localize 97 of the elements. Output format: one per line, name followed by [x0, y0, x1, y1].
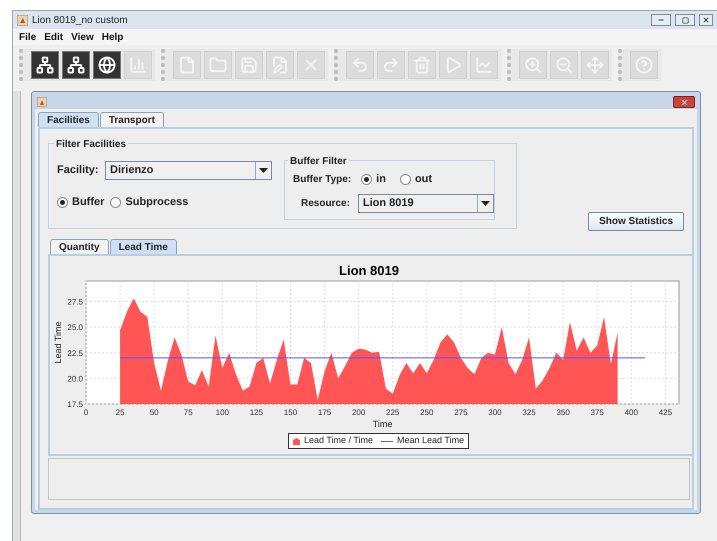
document-button[interactable]	[173, 51, 201, 79]
hierarchy-button[interactable]	[62, 51, 90, 79]
x-tick-label: 300	[488, 408, 502, 417]
close-icon	[680, 98, 688, 106]
radio-option[interactable]: Buffer	[57, 194, 104, 210]
y-axis-label: Lead Time	[53, 321, 63, 364]
x-tick-label: 275	[454, 408, 468, 417]
line-chart-icon	[475, 56, 493, 74]
x-tick-label: 50	[150, 408, 159, 417]
move-icon	[586, 56, 604, 74]
app-icon	[17, 14, 28, 26]
x-tick-label: 175	[318, 408, 332, 417]
show-statistics-button[interactable]: Show Statistics	[588, 212, 684, 231]
legend-line-icon	[381, 440, 394, 442]
dropdown-arrow-icon	[255, 162, 271, 179]
radio-button[interactable]	[110, 196, 122, 208]
frame-icon	[37, 97, 47, 107]
globe-icon	[98, 56, 116, 74]
close-icon	[702, 16, 710, 24]
document-icon	[178, 56, 196, 74]
redo-icon	[382, 56, 400, 74]
chart-title: Lion 8019	[339, 263, 399, 278]
y-tick-label: 22.5	[67, 348, 83, 358]
zoom-out-icon	[555, 56, 573, 74]
trash-icon	[413, 56, 431, 74]
play-icon	[444, 56, 462, 74]
x-tick-label: 100	[216, 408, 229, 417]
bar-chart-icon	[129, 56, 147, 74]
radio-option[interactable]: in	[361, 171, 386, 188]
x-tick-label: 75	[184, 408, 193, 417]
x-tick-label: 400	[624, 408, 638, 417]
hierarchy-button[interactable]	[31, 51, 59, 79]
dropdown-arrow-icon	[477, 194, 493, 212]
tab[interactable]: Quantity	[50, 239, 109, 254]
legend-area-icon	[293, 438, 300, 444]
field-label: Facility:	[57, 163, 97, 178]
line-chart-button[interactable]	[470, 51, 498, 79]
undo-button[interactable]	[346, 51, 374, 79]
zoom-in-button[interactable]	[519, 51, 547, 79]
folder-icon	[209, 56, 227, 74]
x-tick-label: 250	[420, 408, 434, 417]
tab[interactable]: Transport	[100, 112, 164, 127]
facility-dropdown[interactable]: Dirienzo	[105, 161, 272, 180]
play-button[interactable]	[439, 51, 467, 79]
y-tick-label: 27.5	[67, 298, 83, 306]
minimize-button[interactable]	[651, 14, 671, 26]
x-tick-label: 425	[658, 408, 672, 417]
edit-document-button[interactable]	[266, 51, 294, 79]
x-tick-label: 325	[522, 408, 536, 417]
zoom-out-button[interactable]	[550, 51, 578, 79]
legend-label: Lead Time / Time	[304, 434, 374, 448]
x-tick-label: 200	[352, 408, 366, 417]
x-tick-label: 25	[116, 408, 125, 417]
help-button[interactable]	[630, 51, 658, 79]
y-tick-label: 20.0	[67, 374, 83, 384]
zoom-in-icon	[524, 56, 542, 74]
redo-button[interactable]	[377, 51, 405, 79]
radio-option[interactable]: Subprocess	[110, 194, 188, 210]
resource-dropdown[interactable]: Lion 8019	[358, 194, 494, 212]
window-title: Lion 8019_no custom	[32, 14, 129, 28]
y-tick-label: 17.5	[67, 400, 83, 409]
radio-button[interactable]	[400, 174, 411, 185]
trash-button[interactable]	[408, 51, 436, 79]
x-tick-label: 350	[556, 408, 570, 417]
close-button[interactable]	[699, 14, 713, 26]
x-tick-label: 225	[386, 408, 400, 417]
close-button[interactable]	[673, 96, 695, 108]
menu-item[interactable]: File	[19, 30, 36, 44]
hierarchy-icon	[67, 56, 85, 74]
menu-item[interactable]: Help	[102, 30, 124, 44]
field-label: Resource:	[301, 196, 350, 210]
x-tick-label: 125	[250, 408, 264, 417]
move-button[interactable]	[581, 51, 609, 79]
menu-item[interactable]: View	[71, 30, 94, 44]
menu-item[interactable]: Edit	[44, 30, 64, 44]
legend-label: Mean Lead Time	[397, 434, 464, 448]
y-tick-label: 25.0	[67, 323, 83, 332]
folder-button[interactable]	[204, 51, 232, 79]
maximize-icon	[682, 16, 688, 24]
x-axis-label: Time	[372, 419, 392, 429]
radio-button[interactable]	[57, 196, 68, 208]
tab[interactable]: Facilities	[38, 112, 99, 127]
radio-button[interactable]	[361, 174, 372, 185]
globe-button[interactable]	[93, 51, 121, 79]
maximize-button[interactable]	[675, 14, 695, 26]
save-icon	[240, 56, 258, 74]
hierarchy-icon	[36, 56, 54, 74]
x-tick-label: 375	[590, 408, 604, 417]
field-label: Buffer Type:	[293, 172, 352, 187]
undo-icon	[351, 56, 369, 74]
save-button[interactable]	[235, 51, 263, 79]
x-tick-label: 0	[84, 408, 88, 417]
edit-document-icon	[271, 56, 289, 74]
help-icon	[635, 56, 653, 74]
radio-option[interactable]: out	[400, 171, 432, 188]
x-tick-label: 150	[284, 408, 298, 417]
tab[interactable]: Lead Time	[110, 239, 177, 254]
